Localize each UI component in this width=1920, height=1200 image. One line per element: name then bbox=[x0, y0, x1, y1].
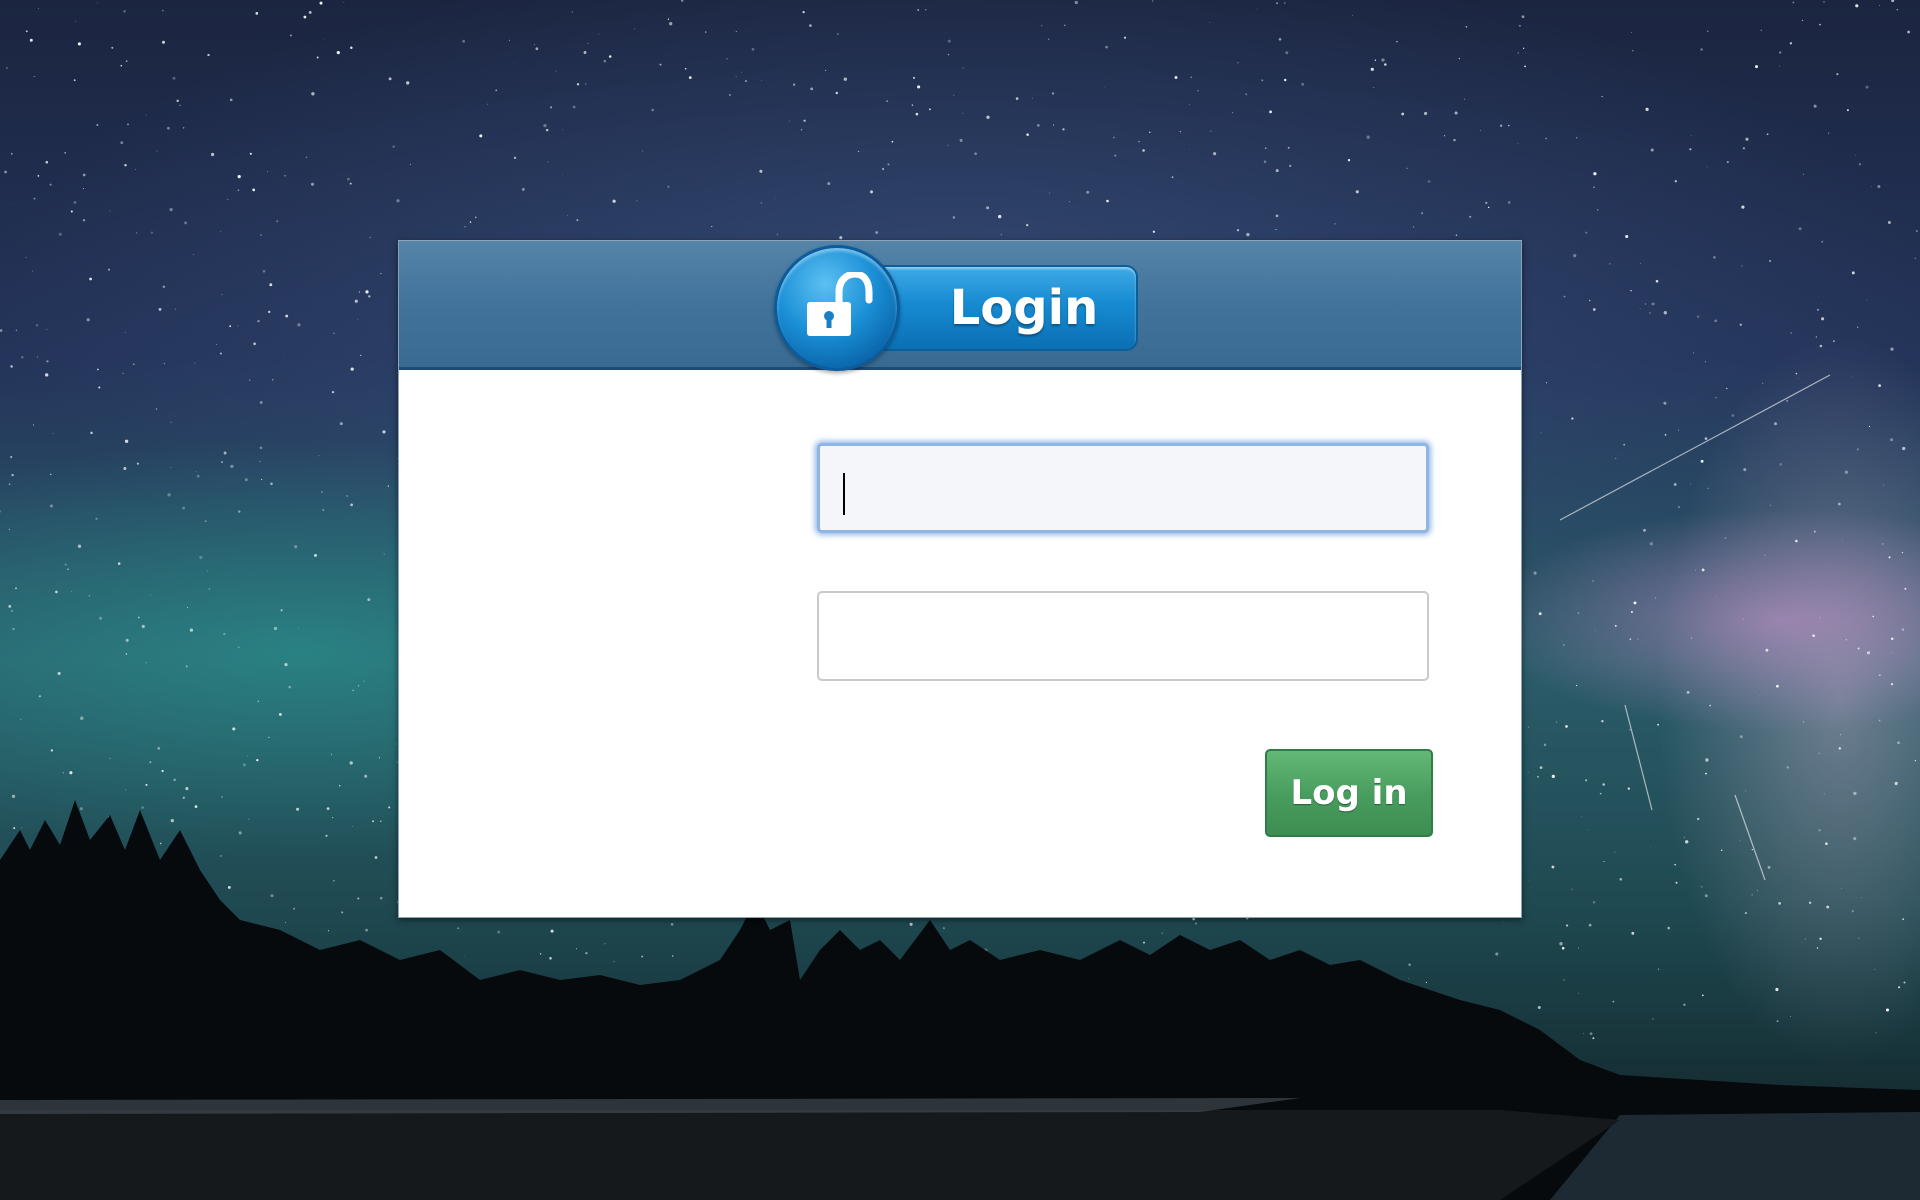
username-input[interactable] bbox=[817, 443, 1429, 533]
dialog-header: Login bbox=[399, 241, 1521, 371]
text-cursor bbox=[843, 473, 845, 515]
password-input[interactable] bbox=[817, 591, 1429, 681]
login-dialog: Login Log in bbox=[398, 240, 1522, 918]
dialog-title: Login bbox=[949, 280, 1099, 336]
unlocked-padlock-icon bbox=[807, 272, 873, 336]
lock-badge bbox=[774, 245, 900, 371]
login-title-bar: Login bbox=[858, 265, 1138, 351]
login-button[interactable]: Log in bbox=[1265, 749, 1433, 837]
blank-area bbox=[449, 749, 813, 849]
login-badge: Login bbox=[774, 245, 1138, 371]
